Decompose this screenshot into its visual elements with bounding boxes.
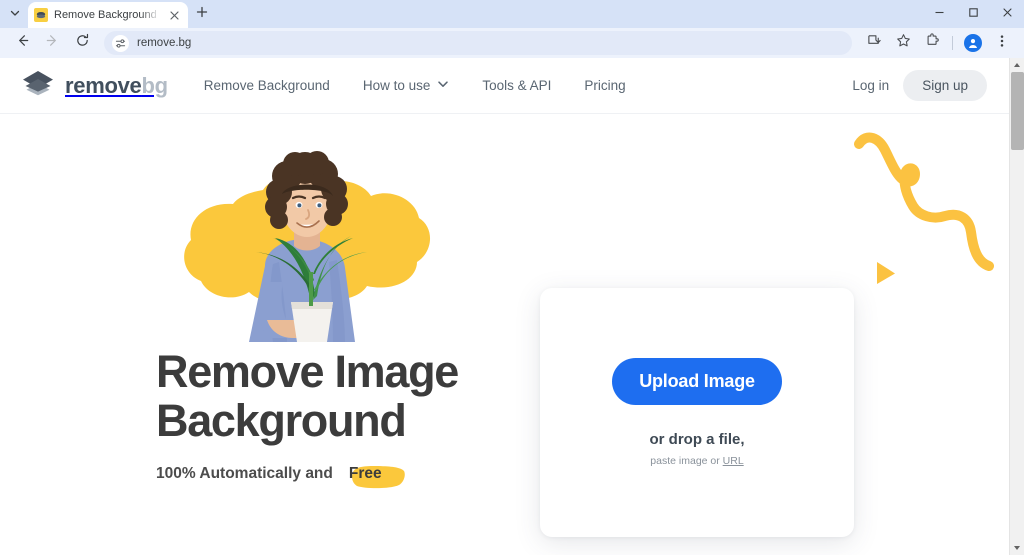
reload-icon: [75, 33, 90, 53]
tab-search-button[interactable]: [2, 0, 28, 28]
puzzle-icon: [925, 33, 940, 53]
bookmark-button[interactable]: [889, 30, 917, 56]
toolbar-actions: [860, 30, 1016, 56]
profile-avatar-icon: [964, 34, 982, 52]
layers-logo-icon: [22, 70, 54, 101]
hero-subtitle: 100% Automatically and Free: [156, 463, 520, 485]
nav-item-pricing[interactable]: Pricing: [584, 78, 625, 93]
close-window-button[interactable]: [990, 0, 1024, 28]
paste-url-link[interactable]: URL: [723, 455, 744, 467]
page-scrollbar[interactable]: [1009, 58, 1024, 555]
layers-favicon: [34, 8, 48, 22]
upload-card[interactable]: Upload Image or drop a file, paste image…: [540, 288, 854, 537]
header-actions: Log in Sign up: [852, 70, 987, 101]
login-link[interactable]: Log in: [852, 78, 889, 93]
hero-subtitle-prefix: 100% Automatically and: [156, 465, 333, 483]
nav-item-tools-api[interactable]: Tools & API: [482, 78, 551, 93]
forward-arrow-icon: [45, 33, 60, 53]
hero-left-column: Remove Image Background 100% Automatical…: [0, 114, 520, 485]
star-icon: [896, 33, 911, 53]
site-header: removebg Remove Background How to use To…: [0, 58, 1009, 114]
hero-title-line-2: Background: [156, 395, 406, 446]
extensions-button[interactable]: [918, 30, 946, 56]
back-button[interactable]: [8, 30, 36, 56]
paste-prefix-text: paste image or: [650, 455, 722, 467]
window-controls: [922, 0, 1024, 28]
web-page: removebg Remove Background How to use To…: [0, 58, 1009, 555]
scroll-up-arrow-icon[interactable]: [1010, 58, 1024, 72]
maximize-icon: [968, 5, 979, 23]
signup-button[interactable]: Sign up: [903, 70, 987, 101]
site-logo[interactable]: removebg: [22, 70, 168, 101]
logo-name-primary: remove: [65, 73, 141, 98]
highlight-text: Free: [349, 465, 382, 482]
yellow-triangle-decoration: [875, 260, 897, 291]
nav-item-remove-background[interactable]: Remove Background: [204, 78, 330, 93]
install-app-button[interactable]: [860, 30, 888, 56]
free-highlight: Free: [335, 463, 394, 485]
logo-wordmark: removebg: [65, 73, 168, 99]
nav-label: Tools & API: [482, 78, 551, 93]
tune-icon[interactable]: [112, 35, 129, 52]
hero-title-line-1: Remove Image: [156, 346, 458, 397]
tab-title: Remove Background from Imag: [54, 9, 160, 21]
logo-name-secondary: bg: [141, 73, 167, 98]
hero-artwork: [165, 142, 465, 342]
scrollbar-thumb[interactable]: [1011, 72, 1024, 150]
hero-section: Remove Image Background 100% Automatical…: [0, 114, 1009, 555]
plus-icon: [196, 5, 208, 23]
page-title: Remove Image Background: [156, 348, 516, 445]
scroll-down-arrow-icon[interactable]: [1010, 541, 1024, 555]
browser-toolbar: remove.bg: [0, 28, 1024, 58]
nav-label: Pricing: [584, 78, 625, 93]
three-dot-menu-icon: [995, 34, 1009, 53]
install-app-icon: [867, 33, 882, 53]
main-navigation: Remove Background How to use Tools & API…: [204, 78, 626, 93]
upload-image-button[interactable]: Upload Image: [612, 358, 782, 405]
yellow-squiggle-decoration: [849, 126, 999, 311]
reload-button[interactable]: [68, 30, 96, 56]
profile-button[interactable]: [959, 30, 987, 56]
chevron-down-icon: [10, 5, 20, 23]
close-icon: [1002, 5, 1013, 23]
nav-item-how-to-use[interactable]: How to use: [363, 78, 450, 93]
chevron-down-icon: [437, 78, 449, 93]
scrollbar-track[interactable]: [1010, 72, 1024, 541]
forward-button[interactable]: [38, 30, 66, 56]
url-text: remove.bg: [137, 37, 191, 49]
drop-file-text: or drop a file,: [649, 431, 744, 448]
browser-window: Remove Background from Imag: [0, 0, 1024, 555]
nav-label: How to use: [363, 78, 431, 93]
maximize-button[interactable]: [956, 0, 990, 28]
close-icon[interactable]: [166, 7, 182, 23]
minimize-icon: [934, 5, 945, 23]
browser-tab[interactable]: Remove Background from Imag: [28, 2, 188, 28]
person-holding-plant-photo: [187, 142, 417, 342]
address-bar[interactable]: remove.bg: [104, 31, 852, 55]
toolbar-divider: [952, 36, 953, 50]
new-tab-button[interactable]: [188, 0, 216, 28]
paste-image-text: paste image or URL: [650, 455, 743, 467]
tab-strip: Remove Background from Imag: [0, 0, 1024, 28]
page-viewport: removebg Remove Background How to use To…: [0, 58, 1024, 555]
minimize-button[interactable]: [922, 0, 956, 28]
back-arrow-icon: [15, 33, 30, 53]
nav-label: Remove Background: [204, 78, 330, 93]
browser-menu-button[interactable]: [988, 30, 1016, 56]
